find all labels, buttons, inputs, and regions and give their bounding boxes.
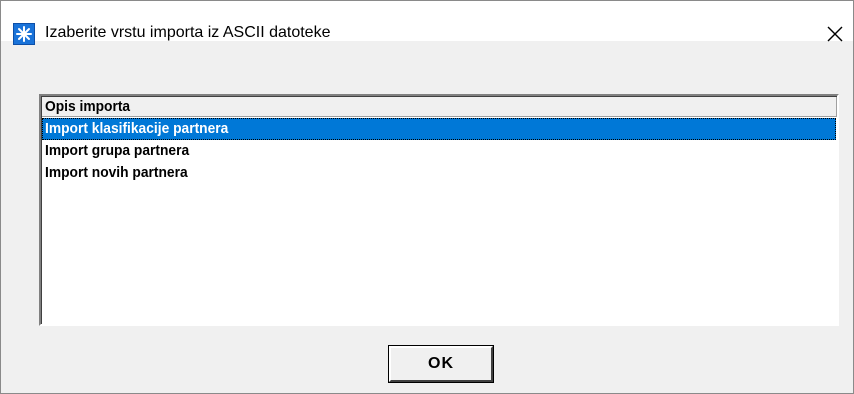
ok-button[interactable]: OK — [389, 346, 493, 382]
asterisk-star-icon — [16, 26, 32, 42]
window-title: Izaberite vrstu importa iz ASCII datotek… — [45, 24, 331, 41]
list-item-label: Import novih partnera — [45, 164, 188, 181]
app-icon — [13, 23, 35, 45]
list-item-import-klasifikacije-partnera[interactable]: Import klasifikacije partnera — [42, 118, 836, 140]
list-item-import-grupa-partnera[interactable]: Import grupa partnera — [42, 140, 836, 162]
list-item-label: Import grupa partnera — [45, 142, 190, 159]
dialog-window: Izaberite vrstu importa iz ASCII datotek… — [0, 0, 854, 394]
ok-button-label: OK — [428, 355, 454, 372]
title-bar: Izaberite vrstu importa iz ASCII datotek… — [1, 1, 853, 45]
close-icon — [827, 26, 843, 42]
import-type-listbox[interactable]: Opis importa Import klasifikacije partne… — [39, 94, 839, 326]
close-button[interactable] — [817, 19, 853, 49]
list-item-label: Import klasifikacije partnera — [45, 120, 229, 137]
list-item-import-novih-partnera[interactable]: Import novih partnera — [42, 162, 836, 184]
column-header[interactable]: Opis importa — [42, 97, 837, 117]
list-rows: Import klasifikacije partnera Import gru… — [42, 118, 836, 184]
column-header-label: Opis importa — [45, 98, 131, 115]
